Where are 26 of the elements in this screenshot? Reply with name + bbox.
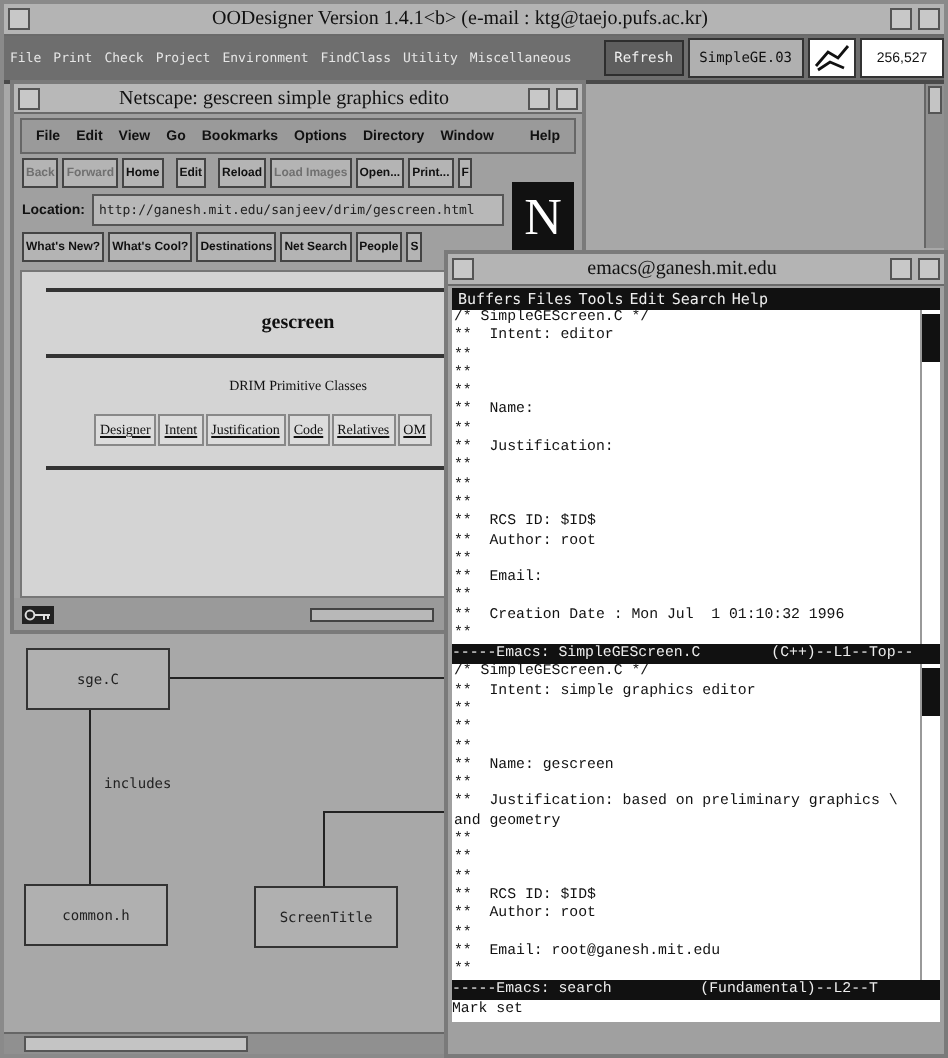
status-field xyxy=(310,607,434,621)
key-icon xyxy=(22,605,54,623)
window-menu-icon[interactable] xyxy=(8,8,30,30)
maximize-icon[interactable] xyxy=(918,258,940,280)
scribble-icon[interactable] xyxy=(808,38,856,78)
scrollbar[interactable] xyxy=(924,84,944,248)
window-menu-icon[interactable] xyxy=(452,258,474,280)
window-title: OODesigner Version 1.4.1<b> (e-mail : ktg@taejo.pufs.ac.kr) xyxy=(209,8,711,30)
maximize-icon[interactable] xyxy=(556,87,578,109)
window-menu-icon[interactable] xyxy=(18,87,40,109)
minimize-icon[interactable] xyxy=(890,258,912,280)
maximize-icon[interactable] xyxy=(918,8,940,30)
window-title: emacs@ganesh.mit.edu xyxy=(585,258,779,280)
window-title: Netscape: gescreen simple graphics edito xyxy=(117,87,451,109)
scrollbar-thumb[interactable] xyxy=(922,314,940,362)
scrollbar-thumb[interactable] xyxy=(922,668,940,717)
scrollbar[interactable] xyxy=(920,310,940,645)
scrollbar[interactable] xyxy=(4,1032,448,1054)
page-heading: gescreen xyxy=(261,312,335,334)
minimize-icon[interactable] xyxy=(528,87,550,109)
minimize-icon[interactable] xyxy=(890,8,912,30)
scrollbar-thumb[interactable] xyxy=(928,86,942,114)
scrollbar[interactable] xyxy=(920,664,940,981)
browser-logo: N xyxy=(512,182,574,254)
scrollbar-thumb[interactable] xyxy=(24,1036,248,1052)
editor-pane[interactable] xyxy=(452,664,940,981)
